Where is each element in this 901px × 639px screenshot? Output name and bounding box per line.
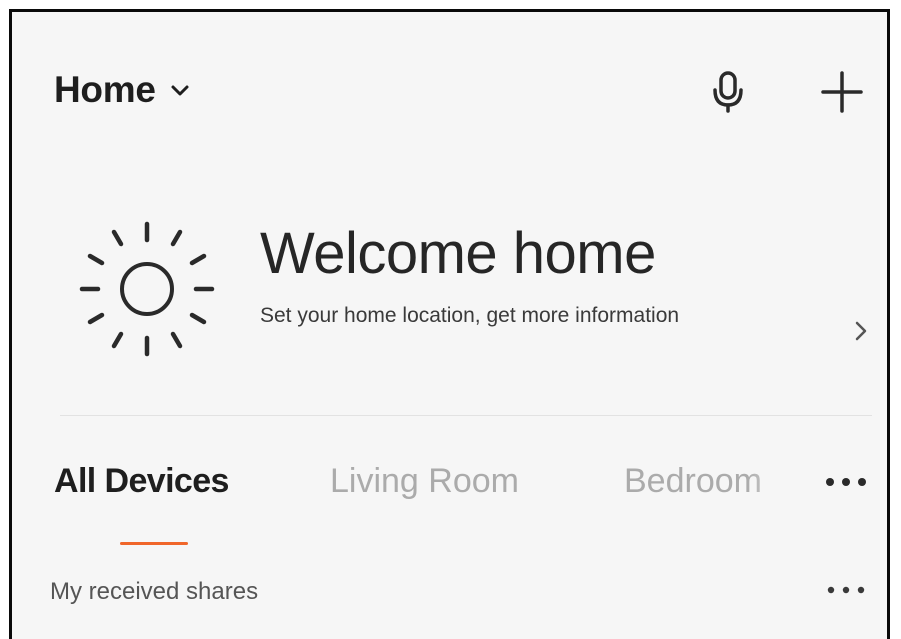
tab-bedroom[interactable]: Bedroom — [624, 462, 800, 501]
chevron-down-icon — [171, 85, 189, 96]
sun-icon — [79, 221, 215, 357]
welcome-subtitle: Set your home location, get more informa… — [260, 304, 680, 327]
divider — [60, 415, 872, 416]
more-horizontal-icon — [826, 478, 866, 486]
shares-more-button[interactable] — [820, 572, 872, 608]
add-device-button[interactable] — [812, 64, 872, 120]
welcome-title: Welcome home — [260, 221, 656, 286]
tab-all-devices[interactable]: All Devices — [54, 462, 229, 501]
plus-icon — [821, 71, 863, 113]
tabs-more-button[interactable] — [820, 462, 872, 502]
received-shares-label: My received shares — [50, 578, 259, 605]
more-horizontal-icon — [827, 586, 865, 594]
home-selector[interactable]: Home — [54, 64, 190, 116]
chevron-right-icon — [855, 321, 867, 341]
welcome-card[interactable]: Welcome home Set your home location, get… — [42, 202, 882, 402]
tab-living-room[interactable]: Living Room — [330, 462, 519, 501]
home-title: Home — [54, 69, 156, 110]
voice-button[interactable] — [706, 66, 750, 118]
microphone-icon — [713, 71, 743, 113]
active-tab-indicator — [120, 542, 188, 545]
app-screen: Home Welcome home Set your home location… — [9, 9, 890, 639]
